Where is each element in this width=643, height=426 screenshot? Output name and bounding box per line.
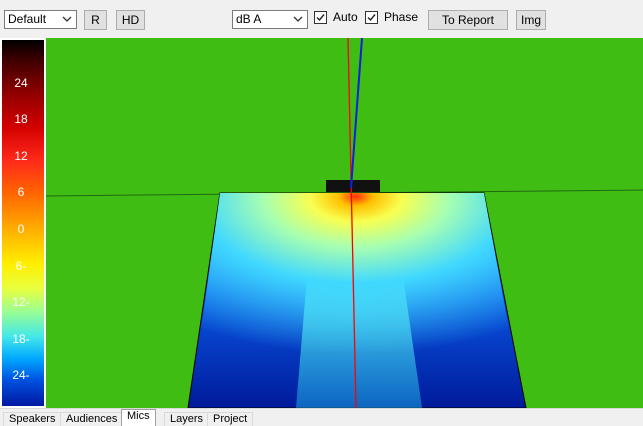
phase-label: Phase [384, 10, 419, 24]
scale-tick-label: 0 [17, 222, 25, 236]
scale-tick-label: 18- [12, 332, 30, 346]
hotspot-region [196, 193, 516, 368]
chevron-down-icon [293, 16, 303, 22]
scale-tick-label: 6 [17, 185, 25, 199]
preset-dropdown[interactable]: Default [4, 10, 77, 29]
scale-tick-label: 6- [15, 259, 27, 273]
tab-project[interactable]: Project [207, 412, 254, 426]
3d-viewport[interactable]: 24 18 12 6 0 6- 12- 18- 24- [0, 38, 643, 408]
tab-audiences[interactable]: Audiences [60, 412, 124, 426]
toolbar: Default R HD dB A Auto Phase To Report I… [0, 0, 643, 38]
bottom-tabs: Speakers Audiences Mics Layers Project [0, 408, 643, 426]
unit-dropdown[interactable]: dB A [232, 10, 308, 29]
scale-tick-label: 12- [12, 295, 30, 309]
phase-checkbox[interactable] [365, 11, 378, 24]
speaker-array [326, 180, 380, 192]
spl-map-scene [46, 38, 643, 408]
color-scale-legend: 24 18 12 6 0 6- 12- 18- 24- [0, 38, 46, 408]
scale-tick-label: 12 [14, 149, 28, 163]
auto-label: Auto [333, 10, 358, 24]
tab-speakers[interactable]: Speakers [3, 412, 62, 426]
scale-tick-label: 24- [12, 368, 30, 382]
hd-button[interactable]: HD [116, 10, 145, 30]
checkmark-icon [316, 14, 325, 22]
tab-layers[interactable]: Layers [164, 412, 210, 426]
chevron-down-icon [62, 16, 72, 22]
to-report-button[interactable]: To Report [428, 10, 508, 30]
checkmark-icon [367, 14, 376, 22]
tab-mics[interactable]: Mics [121, 409, 156, 426]
scale-tick-label: 24 [14, 76, 28, 90]
img-button[interactable]: Img [516, 10, 546, 30]
r-button[interactable]: R [84, 10, 107, 30]
preset-dropdown-value: Default [8, 12, 47, 26]
auto-checkbox[interactable] [314, 11, 327, 24]
scale-tick-label: 18 [14, 112, 28, 126]
unit-dropdown-value: dB A [236, 12, 262, 26]
